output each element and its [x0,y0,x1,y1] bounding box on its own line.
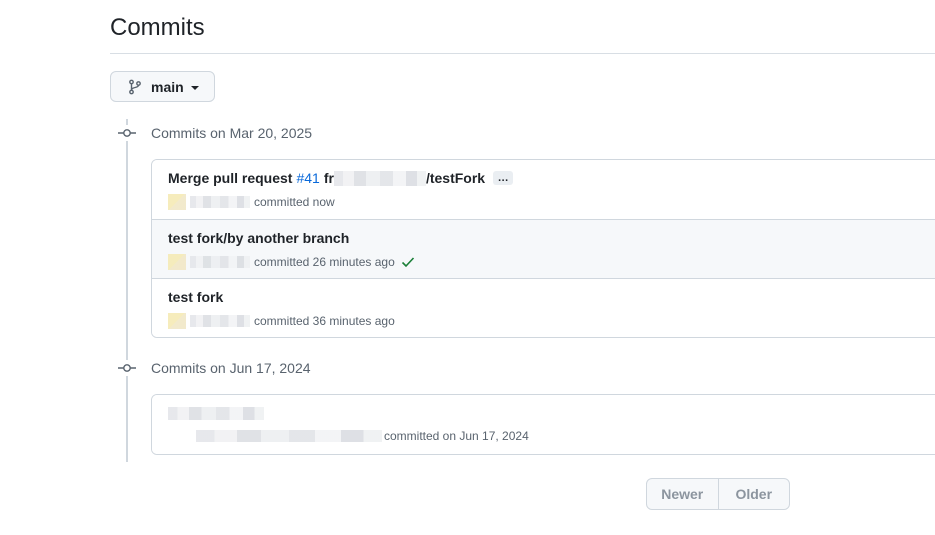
commit-group-heading: Commits on Jun 17, 2024 [151,360,311,376]
timeline-line [126,119,128,462]
commit-message-text: fr [323,170,334,186]
commit-time: committed 36 minutes ago [254,314,395,328]
commit-message[interactable] [168,407,264,420]
commit-meta: committed 26 minutes ago [168,254,415,270]
commit-list: Merge pull request #41 fr /testFork … co… [151,159,935,338]
commit-message[interactable]: test fork/by another branch [168,230,349,246]
avatar[interactable] [168,254,186,270]
older-button[interactable]: Older [717,479,790,509]
git-commit-icon [118,125,136,141]
pull-request-link[interactable]: #41 [296,170,319,186]
redacted-text [168,407,264,420]
ellipsis-icon[interactable]: … [493,171,514,185]
chevron-down-icon [190,85,199,90]
redacted-text [333,170,426,186]
commit-time: committed now [254,195,335,209]
author-name[interactable] [190,315,250,327]
commit-message-text: Merge pull request [168,170,293,186]
commit-row[interactable]: test fork committed 36 minutes ago [152,278,935,337]
commit-time: committed 26 minutes ago [254,255,395,269]
branch-name: main [151,78,184,95]
commit-row[interactable]: test fork/by another branch committed 26… [152,219,935,278]
commit-list: committed on Jun 17, 2024 [151,394,935,455]
commit-meta: committed on Jun 17, 2024 [196,429,529,443]
avatar[interactable] [168,194,186,210]
commit-message-text: /testFork [425,170,486,186]
commits-page: Commits main Commits on Mar 20, 2025 Mer… [0,0,935,535]
git-branch-icon [127,79,143,95]
branch-selector-button[interactable]: main [110,71,215,102]
commit-meta: committed now [168,194,335,210]
commit-group-heading: Commits on Mar 20, 2025 [151,125,313,141]
commit-message[interactable]: test fork [168,289,223,305]
commit-time: committed on Jun 17, 2024 [384,429,529,443]
commit-message[interactable]: Merge pull request #41 fr /testFork … [168,170,514,186]
title-divider [110,53,935,54]
check-icon[interactable] [401,256,415,268]
page-title: Commits [110,14,205,41]
commit-meta: committed 36 minutes ago [168,313,395,329]
avatar[interactable] [168,313,186,329]
author-name[interactable] [190,196,250,208]
author-name[interactable] [190,256,250,268]
commit-row[interactable]: Merge pull request #41 fr /testFork … co… [152,160,935,219]
author-name[interactable] [196,430,382,442]
git-commit-icon [118,360,136,376]
newer-button[interactable]: Newer [647,479,718,509]
commit-row[interactable]: committed on Jun 17, 2024 [152,395,935,454]
pagination: Newer Older [646,478,790,510]
